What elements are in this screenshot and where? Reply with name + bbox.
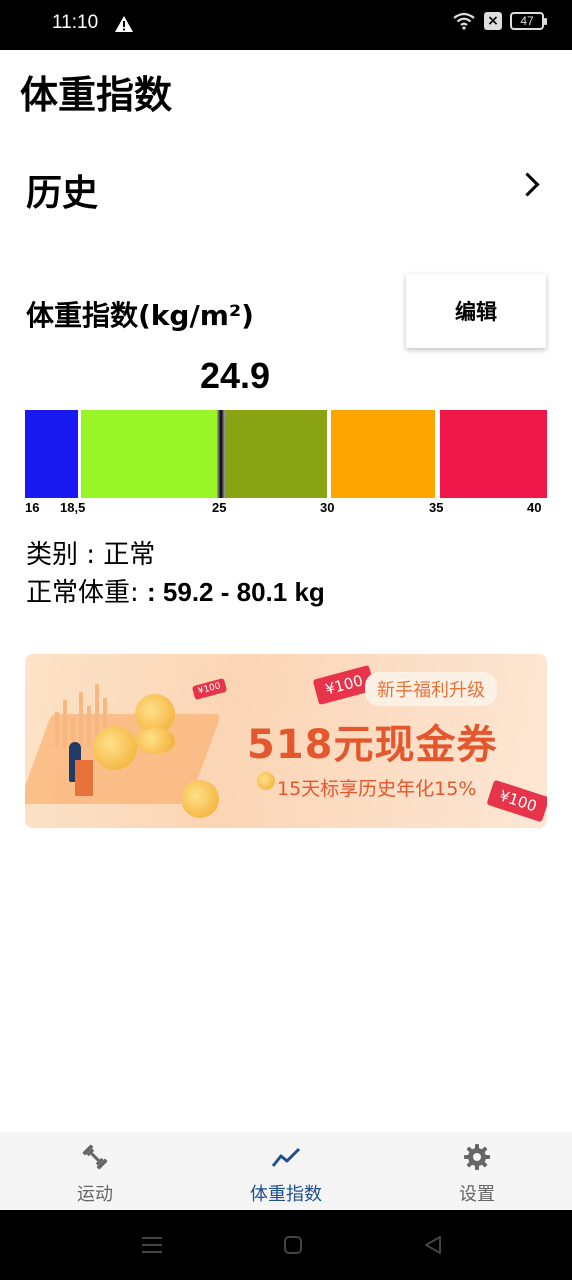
scale-segment-obese-2	[440, 410, 547, 498]
menu-icon[interactable]	[140, 1234, 164, 1256]
scale-tick: 40	[527, 500, 542, 515]
coin-icon	[93, 726, 137, 770]
scale-tick: 25	[212, 500, 227, 515]
promo-banner[interactable]: ¥100 ¥100 ¥100 新手福利升级 518元现金券 15天标享历史年化1…	[25, 654, 547, 828]
page-title: 体重指数	[20, 73, 173, 117]
coin-icon	[181, 780, 219, 818]
home-icon[interactable]	[282, 1234, 304, 1256]
category-line: 类别 : 正常	[26, 540, 156, 570]
coin-icon	[257, 772, 275, 790]
normal-weight-label: 正常体重:	[26, 578, 148, 608]
scale-tick: 18,5	[60, 500, 86, 515]
normal-weight-value: : 59.2 - 80.1 kg	[147, 577, 325, 607]
status-icons: × 47	[452, 12, 547, 30]
banner-title: 518元现金券	[247, 722, 498, 768]
coupon-small: ¥100	[191, 677, 228, 701]
status-time: 11:10	[52, 12, 99, 33]
gear-icon	[464, 1144, 490, 1170]
coin-icon	[135, 728, 175, 754]
scale-tick: 35	[429, 500, 444, 515]
banner-subtitle: 15天标享历史年化15%	[277, 778, 477, 800]
back-icon[interactable]	[422, 1234, 444, 1256]
chevron-right-icon	[515, 172, 540, 197]
system-nav-bar	[0, 1210, 572, 1280]
battery-icon: 47	[510, 12, 547, 30]
nav-label-settings: 设置	[459, 1184, 495, 1205]
scale-segment-normal	[81, 410, 223, 498]
bottom-nav: 运动 体重指数 设置	[0, 1132, 572, 1210]
warning-icon	[115, 16, 133, 32]
bmi-value: 24.9	[200, 355, 271, 396]
edit-button[interactable]: 编辑	[406, 274, 546, 348]
podium-illustration	[75, 760, 93, 796]
nav-label-bmi: 体重指数	[250, 1184, 322, 1205]
scale-segment-obese-1	[331, 410, 435, 498]
bmi-label: 体重指数(kg/m²)	[26, 299, 254, 332]
banner-tag: 新手福利升级	[365, 672, 497, 706]
nav-item-exercise[interactable]: 运动	[0, 1132, 190, 1210]
dumbbell-icon	[82, 1144, 108, 1170]
history-row[interactable]: 历史	[0, 150, 572, 230]
nav-item-settings[interactable]: 设置	[382, 1132, 572, 1210]
history-label: 历史	[26, 173, 99, 214]
scale-tick: 16	[25, 500, 40, 515]
normal-weight-line: 正常体重: : 59.2 - 80.1 kg	[26, 572, 325, 609]
coupon-bottom: ¥100	[486, 779, 547, 823]
wifi-icon	[453, 12, 475, 30]
nav-label-exercise: 运动	[77, 1184, 113, 1205]
sim-off-icon: ×	[484, 12, 502, 30]
bmi-scale	[25, 410, 547, 498]
trend-line-icon	[271, 1147, 301, 1167]
scale-tick: 30	[320, 500, 335, 515]
scale-segment-overweight	[223, 410, 327, 498]
scale-segment-underweight	[25, 410, 78, 498]
status-bar: 11:10 × 47	[0, 0, 572, 50]
bmi-indicator	[217, 410, 225, 498]
nav-item-bmi[interactable]: 体重指数	[191, 1132, 381, 1210]
